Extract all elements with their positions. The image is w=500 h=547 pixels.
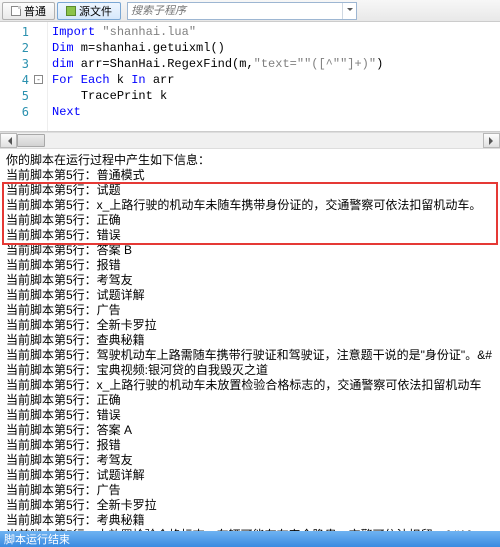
output-line: 当前脚本第5行：答案 B: [6, 243, 494, 258]
line-number: 2: [0, 40, 47, 56]
output-line: 当前脚本第5行：考驾友: [6, 453, 494, 468]
output-panel: 你的脚本在运行过程中产生如下信息： 当前脚本第5行：普通模式当前脚本第5行：试题…: [0, 149, 500, 531]
output-line: 当前脚本第5行：试题: [6, 183, 494, 198]
code-content[interactable]: Import "shanhai.lua"Dim m=shanhai.getuix…: [48, 22, 500, 131]
output-line: 当前脚本第5行：查典秘籍: [6, 333, 494, 348]
output-line: 当前脚本第5行：考典秘籍: [6, 513, 494, 528]
code-line[interactable]: Dim m=shanhai.getuixml(): [52, 40, 496, 56]
output-line: 当前脚本第5行：x_上路行驶的机动车未放置检验合格标志的，交通警察可依法扣留机动…: [6, 378, 494, 393]
output-line: 当前脚本第5行：错误: [6, 228, 494, 243]
output-header: 你的脚本在运行过程中产生如下信息：: [6, 153, 494, 168]
output-line: 当前脚本第5行：报错: [6, 258, 494, 273]
line-number: 1: [0, 24, 47, 40]
source-icon: [66, 6, 76, 16]
line-gutter: 1234-56: [0, 22, 48, 131]
line-number: 5: [0, 88, 47, 104]
code-line[interactable]: Import "shanhai.lua": [52, 24, 496, 40]
output-line: 当前脚本第5行：正确: [6, 393, 494, 408]
line-number: 4-: [0, 72, 47, 88]
search-input[interactable]: [128, 5, 342, 17]
horizontal-scrollbar: [0, 132, 500, 149]
code-line[interactable]: For Each k In arr: [52, 72, 496, 88]
search-dropdown[interactable]: [342, 3, 356, 19]
output-line: 当前脚本第5行：未放置检验合格标志，车辆可能存在安全隐患，交警可依法扣留。&#1…: [6, 528, 494, 531]
output-line: 当前脚本第5行：错误: [6, 408, 494, 423]
code-line[interactable]: dim arr=ShanHai.RegexFind(m,"text=""([^"…: [52, 56, 496, 72]
scroll-thumb[interactable]: [17, 134, 45, 147]
tab-source[interactable]: 源文件: [57, 2, 121, 20]
search-box: [127, 2, 357, 20]
line-number: 3: [0, 56, 47, 72]
output-line: 当前脚本第5行：全新卡罗拉: [6, 498, 494, 513]
tab-label: 源文件: [79, 3, 112, 19]
scroll-right-button[interactable]: [483, 133, 500, 148]
tab-label: 普通: [24, 3, 46, 19]
output-line: 当前脚本第5行：试题详解: [6, 288, 494, 303]
output-line: 当前脚本第5行：广告: [6, 483, 494, 498]
tab-normal[interactable]: 普通: [2, 2, 55, 20]
output-line: 当前脚本第5行：正确: [6, 213, 494, 228]
output-line: 当前脚本第5行：报错: [6, 438, 494, 453]
output-line: 当前脚本第5行：广告: [6, 303, 494, 318]
code-line[interactable]: Next: [52, 104, 496, 120]
output-line: 当前脚本第5行：x_上路行驶的机动车未随车携带身份证的，交通警察可依法扣留机动车…: [6, 198, 494, 213]
scroll-left-button[interactable]: [0, 133, 17, 148]
fold-toggle[interactable]: -: [34, 75, 43, 84]
output-line: 当前脚本第5行：普通模式: [6, 168, 494, 183]
output-line: 当前脚本第5行：试题详解: [6, 468, 494, 483]
code-editor[interactable]: 1234-56 Import "shanhai.lua"Dim m=shanha…: [0, 22, 500, 132]
line-number: 6: [0, 104, 47, 120]
code-line[interactable]: TracePrint k: [52, 88, 496, 104]
scroll-track[interactable]: [17, 133, 483, 148]
page-icon: [11, 6, 21, 16]
output-line: 当前脚本第5行：驾驶机动车上路需随车携带行驶证和驾驶证，注意题干说的是"身份证"…: [6, 348, 494, 363]
output-line: 当前脚本第5行：全新卡罗拉: [6, 318, 494, 333]
status-text: 脚本运行结束: [4, 531, 70, 547]
toolbar: 普通 源文件: [0, 0, 500, 22]
output-line: 当前脚本第5行：答案 A: [6, 423, 494, 438]
output-line: 当前脚本第5行：宝典视频:银河贷的自我毁灭之道: [6, 363, 494, 378]
output-line: 当前脚本第5行：考驾友: [6, 273, 494, 288]
status-bar: 脚本运行结束: [0, 531, 500, 547]
